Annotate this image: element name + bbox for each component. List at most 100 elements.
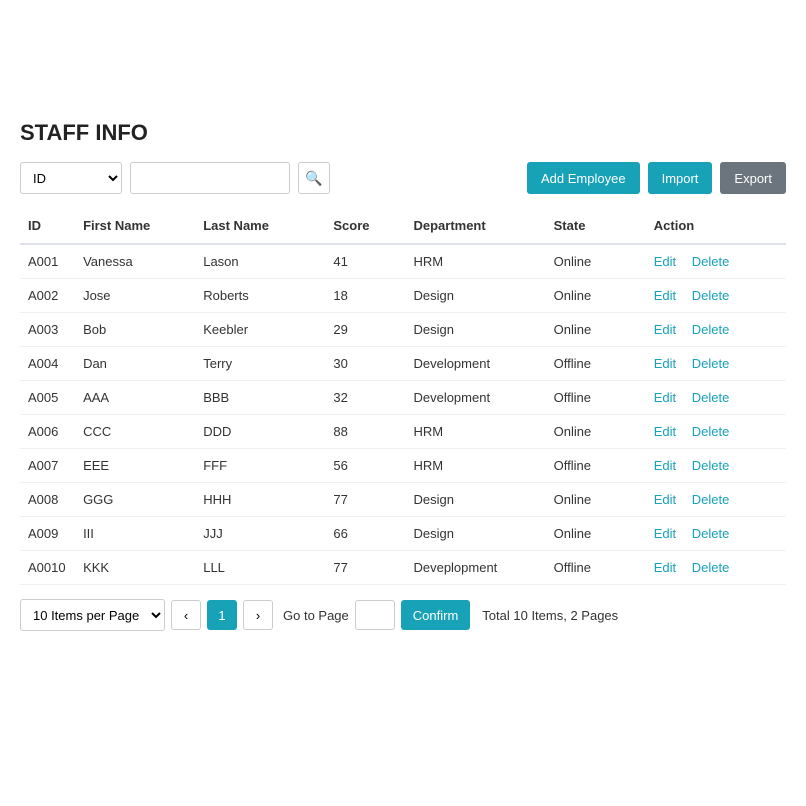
table-row: A002 Jose Roberts 18 Design Online Edit … <box>20 279 786 313</box>
cell-lastname: BBB <box>195 381 325 415</box>
cell-firstname: GGG <box>75 483 195 517</box>
cell-firstname: III <box>75 517 195 551</box>
delete-link[interactable]: Delete <box>692 356 730 371</box>
cell-state: Online <box>546 313 646 347</box>
table-row: A005 AAA BBB 32 Development Offline Edit… <box>20 381 786 415</box>
staff-table: ID First Name Last Name Score Department… <box>20 208 786 585</box>
col-header-id: ID <box>20 208 75 244</box>
cell-score: 30 <box>325 347 405 381</box>
cell-id: A006 <box>20 415 75 449</box>
cell-id: A008 <box>20 483 75 517</box>
prev-page-button[interactable]: ‹ <box>171 600 201 630</box>
delete-link[interactable]: Delete <box>692 254 730 269</box>
cell-lastname: Keebler <box>195 313 325 347</box>
cell-action: Edit Delete <box>646 279 786 313</box>
cell-firstname: EEE <box>75 449 195 483</box>
cell-department: Design <box>405 279 545 313</box>
edit-link[interactable]: Edit <box>654 322 676 337</box>
goto-input[interactable] <box>355 600 395 630</box>
cell-id: A002 <box>20 279 75 313</box>
cell-action: Edit Delete <box>646 551 786 585</box>
cell-id: A009 <box>20 517 75 551</box>
cell-action: Edit Delete <box>646 449 786 483</box>
import-button[interactable]: Import <box>648 162 713 194</box>
table-row: A001 Vanessa Lason 41 HRM Online Edit De… <box>20 244 786 279</box>
cell-score: 41 <box>325 244 405 279</box>
cell-lastname: Roberts <box>195 279 325 313</box>
cell-id: A004 <box>20 347 75 381</box>
cell-state: Offline <box>546 551 646 585</box>
search-select[interactable]: ID First Name Last Name <box>20 162 122 194</box>
edit-link[interactable]: Edit <box>654 356 676 371</box>
table-row: A0010 KKK LLL 77 Deveplopment Offline Ed… <box>20 551 786 585</box>
per-page-select[interactable]: 10 Items per Page 20 Items per Page 50 I… <box>20 599 165 631</box>
table-header-row: ID First Name Last Name Score Department… <box>20 208 786 244</box>
cell-firstname: Jose <box>75 279 195 313</box>
edit-link[interactable]: Edit <box>654 254 676 269</box>
cell-state: Offline <box>546 347 646 381</box>
delete-link[interactable]: Delete <box>692 424 730 439</box>
table-row: A008 GGG HHH 77 Design Online Edit Delet… <box>20 483 786 517</box>
cell-id: A007 <box>20 449 75 483</box>
edit-link[interactable]: Edit <box>654 458 676 473</box>
edit-link[interactable]: Edit <box>654 288 676 303</box>
edit-link[interactable]: Edit <box>654 560 676 575</box>
edit-link[interactable]: Edit <box>654 390 676 405</box>
search-button[interactable]: 🔍 <box>298 162 330 194</box>
cell-id: A0010 <box>20 551 75 585</box>
cell-lastname: FFF <box>195 449 325 483</box>
goto-label: Go to Page <box>283 608 349 623</box>
table-row: A004 Dan Terry 30 Development Offline Ed… <box>20 347 786 381</box>
cell-action: Edit Delete <box>646 347 786 381</box>
delete-link[interactable]: Delete <box>692 288 730 303</box>
cell-score: 32 <box>325 381 405 415</box>
next-page-button[interactable]: › <box>243 600 273 630</box>
cell-action: Edit Delete <box>646 483 786 517</box>
cell-score: 77 <box>325 551 405 585</box>
cell-id: A001 <box>20 244 75 279</box>
table-row: A009 III JJJ 66 Design Online Edit Delet… <box>20 517 786 551</box>
col-header-lastname: Last Name <box>195 208 325 244</box>
cell-state: Offline <box>546 381 646 415</box>
cell-department: HRM <box>405 449 545 483</box>
cell-action: Edit Delete <box>646 381 786 415</box>
table-row: A003 Bob Keebler 29 Design Online Edit D… <box>20 313 786 347</box>
delete-link[interactable]: Delete <box>692 322 730 337</box>
cell-state: Online <box>546 483 646 517</box>
cell-department: HRM <box>405 415 545 449</box>
search-input[interactable] <box>130 162 290 194</box>
cell-department: Design <box>405 483 545 517</box>
cell-action: Edit Delete <box>646 313 786 347</box>
edit-link[interactable]: Edit <box>654 492 676 507</box>
page-title: STAFF INFO <box>20 120 786 146</box>
cell-action: Edit Delete <box>646 415 786 449</box>
cell-score: 88 <box>325 415 405 449</box>
edit-link[interactable]: Edit <box>654 424 676 439</box>
cell-firstname: Vanessa <box>75 244 195 279</box>
add-employee-button[interactable]: Add Employee <box>527 162 640 194</box>
cell-score: 29 <box>325 313 405 347</box>
col-header-action: Action <box>646 208 786 244</box>
edit-link[interactable]: Edit <box>654 526 676 541</box>
export-button[interactable]: Export <box>720 162 786 194</box>
cell-firstname: KKK <box>75 551 195 585</box>
cell-state: Online <box>546 415 646 449</box>
cell-lastname: JJJ <box>195 517 325 551</box>
confirm-button[interactable]: Confirm <box>401 600 471 630</box>
cell-department: Deveplopment <box>405 551 545 585</box>
delete-link[interactable]: Delete <box>692 458 730 473</box>
cell-firstname: Dan <box>75 347 195 381</box>
delete-link[interactable]: Delete <box>692 492 730 507</box>
delete-link[interactable]: Delete <box>692 526 730 541</box>
current-page-button[interactable]: 1 <box>207 600 237 630</box>
table-row: A006 CCC DDD 88 HRM Online Edit Delete <box>20 415 786 449</box>
cell-score: 77 <box>325 483 405 517</box>
cell-firstname: AAA <box>75 381 195 415</box>
delete-link[interactable]: Delete <box>692 560 730 575</box>
cell-lastname: Lason <box>195 244 325 279</box>
cell-firstname: Bob <box>75 313 195 347</box>
delete-link[interactable]: Delete <box>692 390 730 405</box>
cell-id: A005 <box>20 381 75 415</box>
cell-state: Online <box>546 244 646 279</box>
cell-state: Online <box>546 279 646 313</box>
